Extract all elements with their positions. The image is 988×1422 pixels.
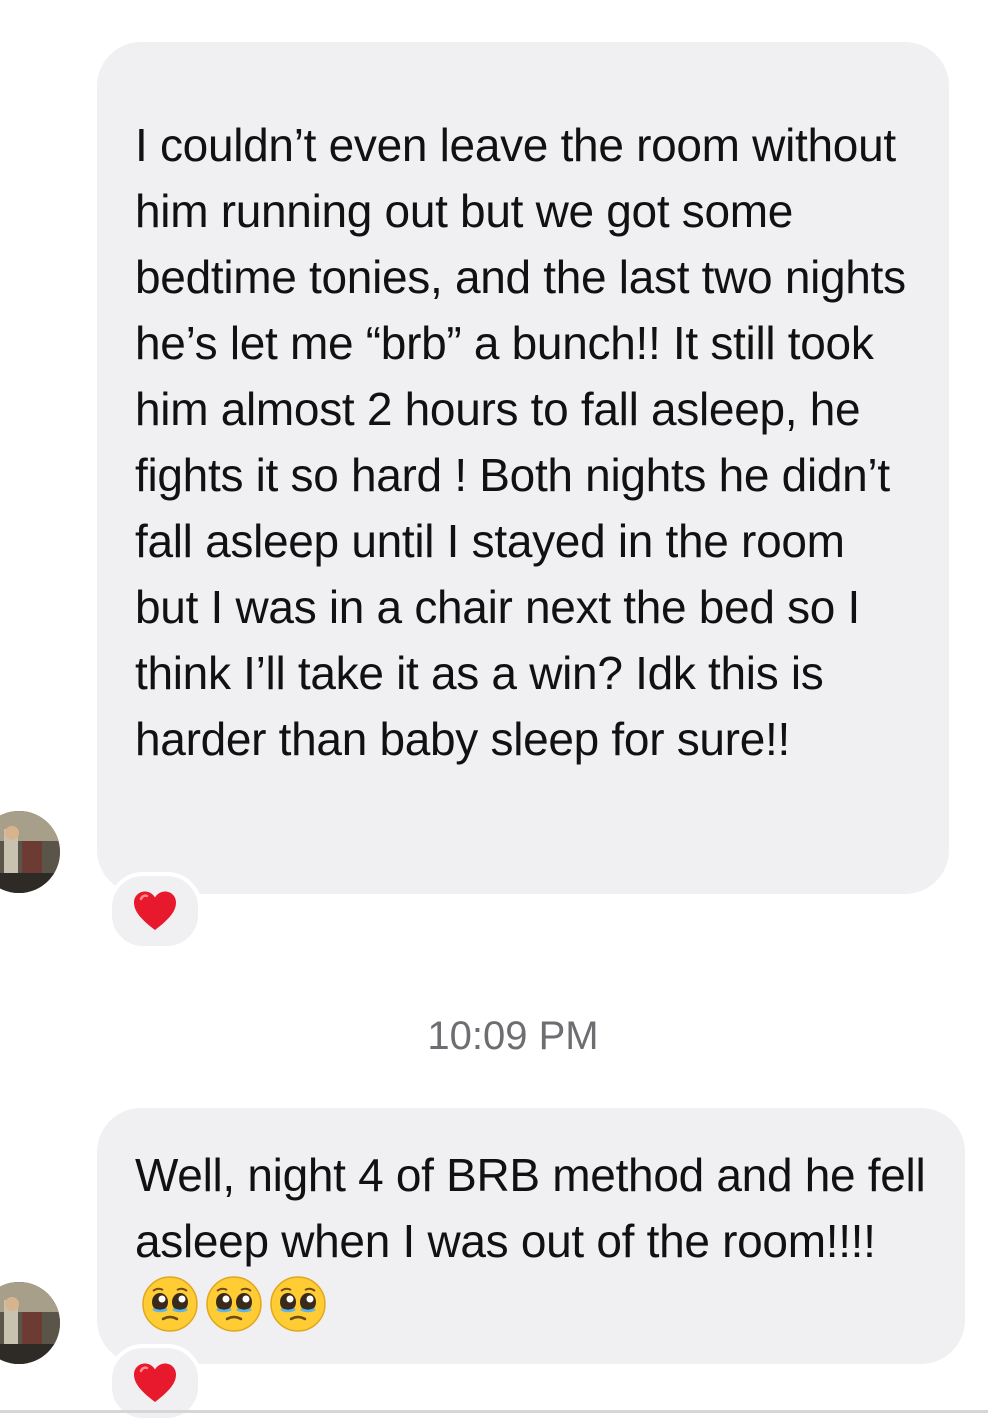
avatar-photo-icon [0,1282,60,1364]
timestamp: 10:09 PM [427,1014,599,1058]
red-heart-icon [134,1363,176,1402]
reaction-badge[interactable] [108,872,202,950]
message-bubble[interactable]: Well, night 4 of BRB method and he fell … [97,1108,965,1364]
pleading-face-icon [269,1275,327,1350]
message-bubble[interactable]: I couldn’t even leave the room without h… [97,42,949,894]
avatar[interactable] [0,1282,60,1364]
message-text: Well, night 4 of BRB method and he fell … [135,1142,927,1350]
pleading-face-icon [205,1275,263,1350]
avatar-photo-icon [0,811,60,893]
message-text: I couldn’t even leave the room without h… [135,119,906,765]
pleading-face-icon [141,1275,199,1350]
message-text-content: Well, night 4 of BRB method and he fell … [135,1149,926,1267]
avatar[interactable] [0,811,60,893]
red-heart-icon [134,891,176,930]
